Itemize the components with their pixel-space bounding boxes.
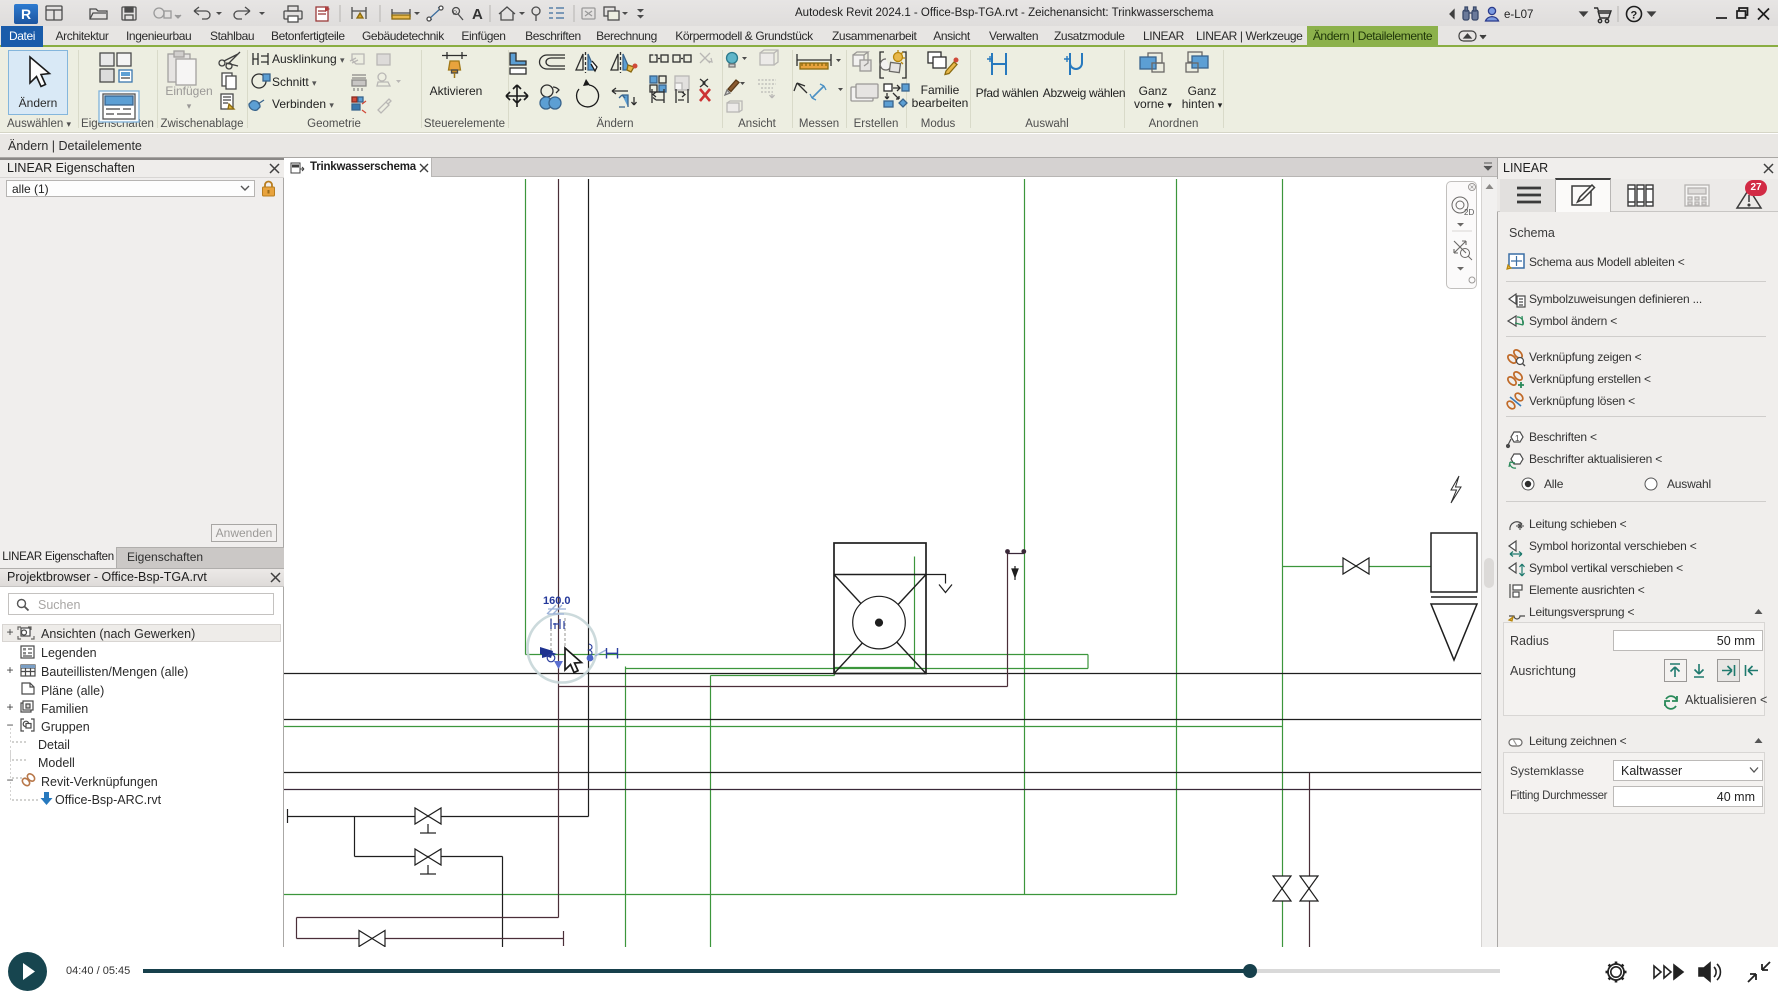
svg-text:P: P: [453, 11, 457, 17]
svg-text:1: 1: [1515, 434, 1520, 443]
svg-text:160.0: 160.0: [543, 595, 571, 607]
svg-text:A: A: [472, 6, 483, 23]
svg-text:?: ?: [1631, 10, 1638, 22]
svg-text:2D: 2D: [1464, 208, 1474, 217]
svg-text:e-L07: e-L07: [1504, 9, 1533, 21]
